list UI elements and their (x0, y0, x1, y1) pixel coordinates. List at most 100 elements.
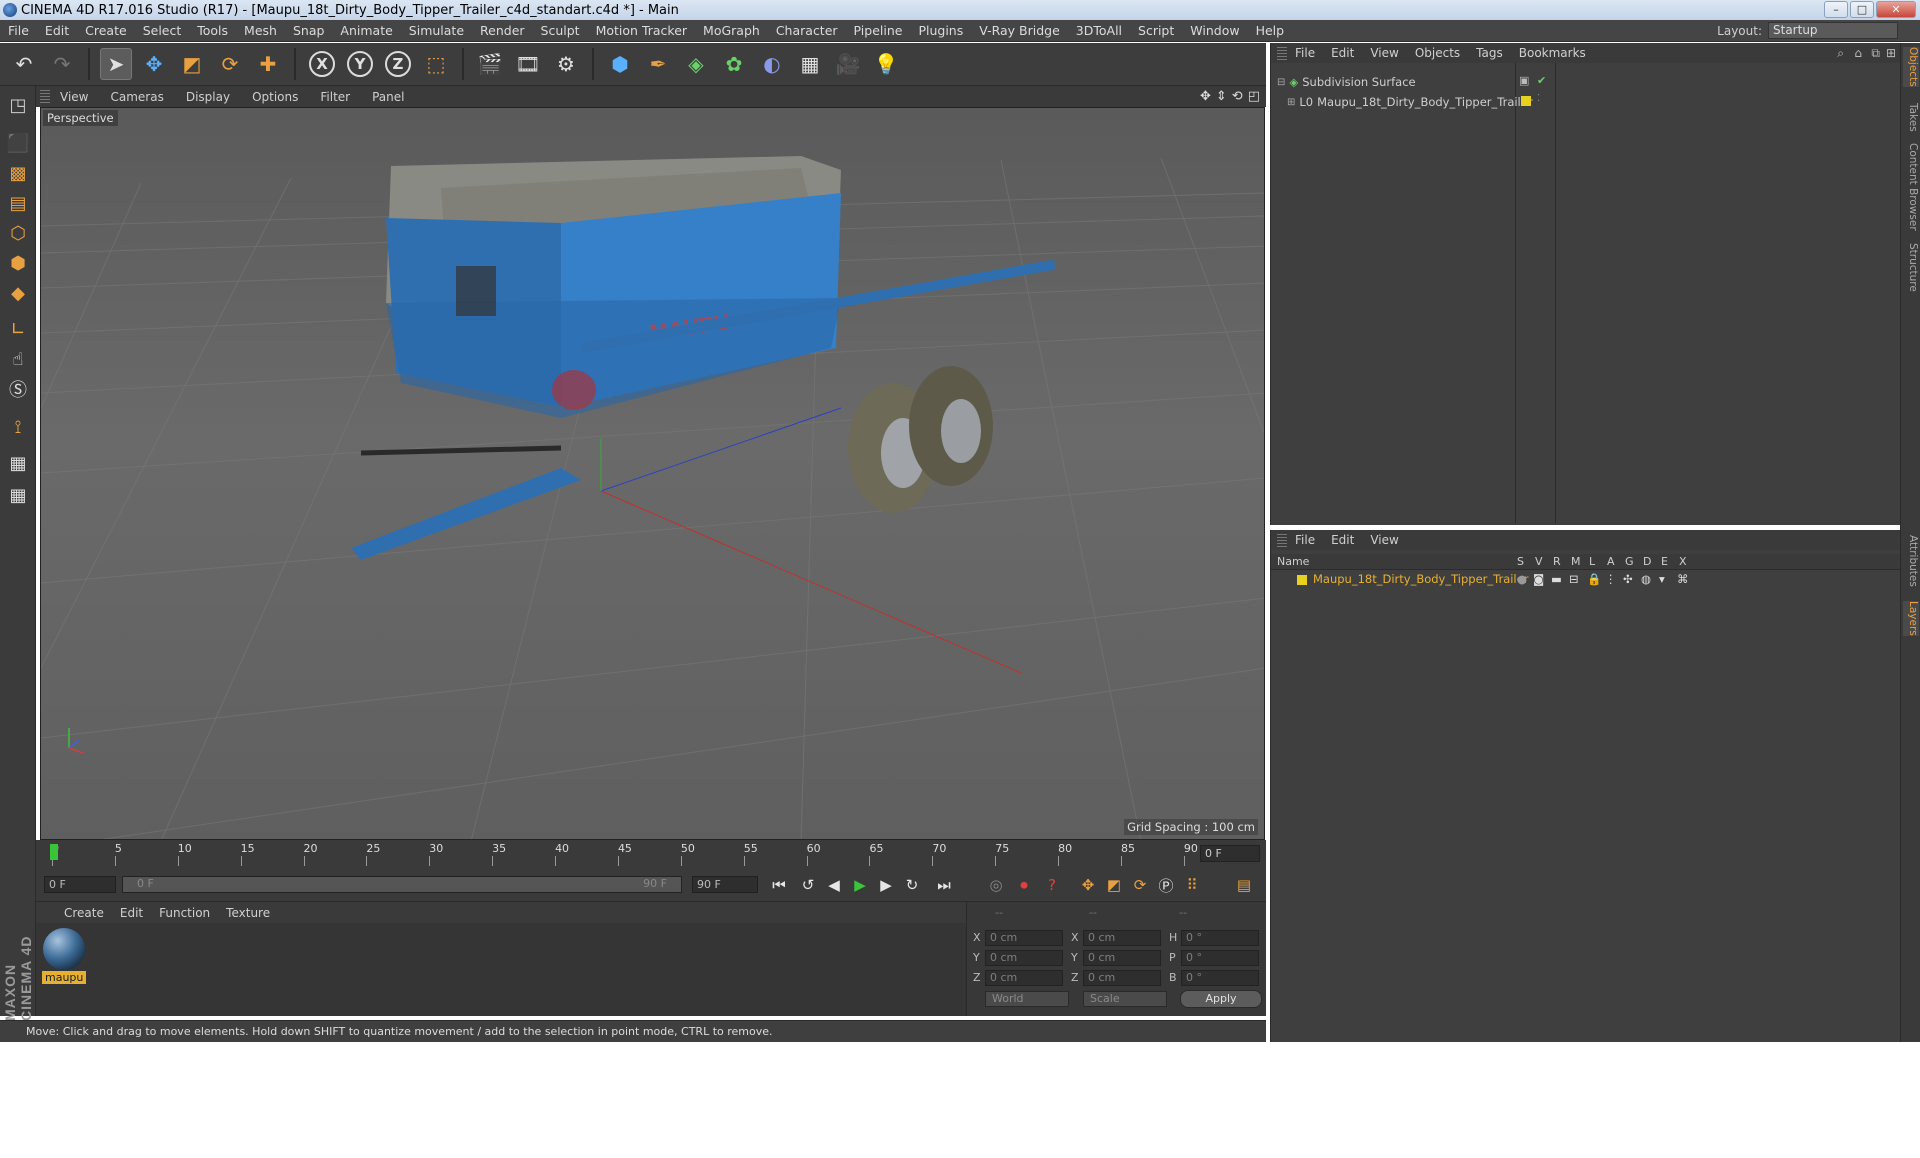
object-name[interactable]: Maupu_18t_Dirty_Body_Tipper_Trailer (1317, 95, 1532, 109)
object-name[interactable]: Subdivision Surface (1302, 75, 1415, 89)
tweak-mode-icon[interactable]: ☝ (3, 344, 33, 374)
edit-mode-toggle-icon[interactable]: ▣ (1519, 74, 1529, 87)
side-tab-content-browser[interactable]: Content Browser (1903, 143, 1919, 231)
rotate-icon[interactable]: ⟳ (214, 48, 246, 80)
axis-mode-icon[interactable]: ∟ (3, 314, 33, 344)
menu-character[interactable]: Character (768, 23, 846, 38)
material-name[interactable]: maupu (42, 971, 87, 984)
layers-menu-edit[interactable]: Edit (1323, 533, 1362, 547)
menu-vray-bridge[interactable]: V-Ray Bridge (971, 23, 1068, 38)
object-row-subdivision-surface[interactable]: ⊟ ◈ Subdivision Surface (1271, 73, 1513, 91)
layer-lock-icon[interactable]: 🔒 (1587, 572, 1601, 586)
layer-color-swatch[interactable] (1297, 575, 1307, 585)
maximize-icon[interactable]: □ (1850, 1, 1874, 18)
rotation-b-field[interactable]: 0 ° (1181, 970, 1259, 986)
step-forward-icon[interactable]: ▶ (874, 873, 898, 897)
magnet-icon[interactable]: ⟟ (3, 412, 33, 442)
layer-xref-icon[interactable]: ⌘ (1677, 572, 1689, 586)
material-menu-create[interactable]: Create (56, 906, 112, 920)
layer-animation-icon[interactable]: ⋮ (1605, 572, 1617, 586)
column-generators[interactable]: G (1625, 555, 1634, 568)
menu-window[interactable]: Window (1182, 23, 1247, 38)
visibility-check-icon[interactable]: ✔ (1537, 74, 1546, 87)
deformer-icon[interactable]: ◐ (756, 48, 788, 80)
objects-menu-view[interactable]: View (1362, 46, 1406, 60)
column-expressions[interactable]: E (1661, 555, 1668, 568)
viewport-menu-panel[interactable]: Panel (362, 90, 416, 104)
size-z-field[interactable]: 0 cm (1083, 970, 1161, 986)
side-tab-takes[interactable]: Takes (1903, 103, 1919, 132)
rotation-h-field[interactable]: 0 ° (1181, 930, 1259, 946)
dolly-icon[interactable]: ⇕ (1216, 89, 1227, 104)
panel-grip-icon[interactable] (40, 90, 50, 103)
size-mode-dropdown[interactable]: Scale (1083, 991, 1167, 1007)
end-frame-field[interactable]: 90 F (692, 876, 758, 893)
material-menu-texture[interactable]: Texture (218, 906, 278, 920)
live-selection-icon[interactable]: ➤ (100, 48, 132, 80)
menu-help[interactable]: Help (1248, 23, 1293, 38)
column-deformers[interactable]: D (1643, 555, 1651, 568)
pan-icon[interactable]: ✥ (1200, 89, 1211, 104)
column-solo[interactable]: S (1517, 555, 1524, 568)
camera-icon[interactable]: 🎥 (832, 48, 864, 80)
visibility-dots-icon[interactable]: ⁚ (1537, 93, 1540, 104)
apply-button[interactable]: Apply (1180, 990, 1262, 1008)
edges-mode-icon[interactable]: ⬢ (3, 248, 33, 278)
motion-tracking-icon[interactable]: ◎ (984, 873, 1008, 897)
menu-tools[interactable]: Tools (189, 23, 236, 38)
edit-render-settings-icon[interactable]: ⚙ (550, 48, 582, 80)
material-preview-sphere[interactable] (43, 928, 85, 970)
frame-range-slider[interactable]: 0 F 90 F (122, 876, 682, 893)
world-coordinate-icon[interactable]: ⬚ (420, 48, 452, 80)
close-icon[interactable]: ✕ (1876, 1, 1916, 18)
cube-icon[interactable]: ⬢ (604, 48, 636, 80)
viewport-menu-cameras[interactable]: Cameras (100, 90, 175, 104)
position-z-field[interactable]: 0 cm (985, 970, 1063, 986)
z-axis-icon[interactable]: Z (382, 48, 414, 80)
column-locked[interactable]: L (1589, 555, 1595, 568)
panel-grip-icon[interactable] (1277, 533, 1287, 547)
size-y-field[interactable]: 0 cm (1083, 950, 1161, 966)
home-icon[interactable]: ⌂ (1854, 46, 1862, 60)
layers-menu-view[interactable]: View (1362, 533, 1406, 547)
layer-name[interactable]: Maupu_18t_Dirty_Body_Tipper_Trailer (1313, 572, 1528, 586)
undo-icon[interactable]: ↶ (8, 48, 40, 80)
model-mode-icon[interactable]: ⬛ (3, 128, 33, 158)
column-xref[interactable]: X (1679, 555, 1687, 568)
object-row-trailer[interactable]: ⊞ L0 Maupu_18t_Dirty_Body_Tipper_Trailer (1271, 93, 1533, 111)
layer-render-icon[interactable]: ▬ (1551, 572, 1562, 586)
snapping-icon[interactable]: Ⓢ (3, 374, 33, 404)
layer-manager-icon[interactable]: ⊟ (1569, 572, 1579, 586)
timeline-window-icon[interactable]: ▤ (1232, 873, 1256, 897)
playhead-marker[interactable] (50, 844, 58, 860)
layers-menu-file[interactable]: File (1287, 533, 1323, 547)
maximize-view-icon[interactable]: ◰ (1248, 89, 1260, 104)
layer-view-icon[interactable]: ◙ (1533, 572, 1544, 586)
start-frame-field[interactable]: 0 F (44, 876, 116, 893)
objects-menu-tags[interactable]: Tags (1468, 46, 1511, 60)
menu-plugins[interactable]: Plugins (910, 23, 971, 38)
menu-mesh[interactable]: Mesh (236, 23, 285, 38)
key-rotation-icon[interactable]: ⟳ (1128, 873, 1152, 897)
size-x-field[interactable]: 0 cm (1083, 930, 1161, 946)
material-menu-edit[interactable]: Edit (112, 906, 151, 920)
column-manager[interactable]: M (1571, 555, 1581, 568)
viewport-menu-display[interactable]: Display (176, 90, 242, 104)
array-icon[interactable]: ✿ (718, 48, 750, 80)
collapse-icon[interactable]: ⊟ (1277, 77, 1285, 88)
lock-workplane-icon[interactable]: ▦ (3, 448, 33, 478)
position-y-field[interactable]: 0 cm (985, 950, 1063, 966)
material-menu-function[interactable]: Function (151, 906, 218, 920)
menu-create[interactable]: Create (77, 23, 135, 38)
menu-motion-tracker[interactable]: Motion Tracker (588, 23, 695, 38)
render-view-icon[interactable]: 🎬 (474, 48, 506, 80)
panel-grip-icon[interactable] (1277, 46, 1287, 60)
rotation-p-field[interactable]: 0 ° (1181, 950, 1259, 966)
planar-workplane-icon[interactable]: ▦ (3, 480, 33, 510)
objects-menu-file[interactable]: File (1287, 46, 1323, 60)
render-picture-viewer-icon[interactable]: 🎞 (512, 48, 544, 80)
layer-deformers-icon[interactable]: ◍ (1641, 572, 1651, 586)
timeline-ruler[interactable]: 051015202530354045505560657075808590 0 F (36, 840, 1266, 868)
menu-edit[interactable]: Edit (37, 23, 77, 38)
viewport-menu-filter[interactable]: Filter (310, 90, 362, 104)
